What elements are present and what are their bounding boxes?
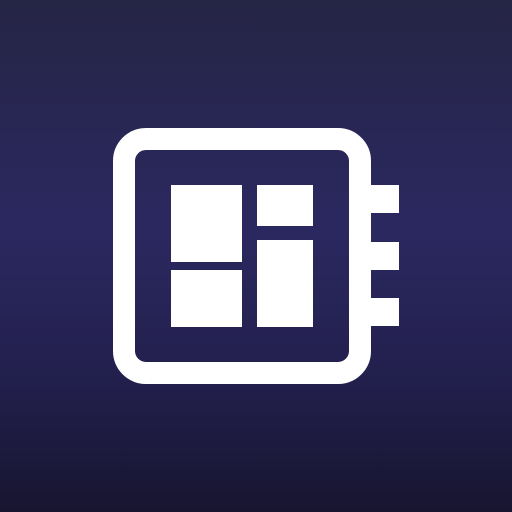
tile-top-left xyxy=(171,185,242,262)
chip-pin-top xyxy=(369,185,399,213)
tile-bottom-left xyxy=(171,270,242,327)
tile-bottom-right xyxy=(257,240,313,327)
app-icon xyxy=(0,0,512,512)
tile-top-right xyxy=(257,185,313,226)
chip-pin-middle xyxy=(369,242,399,270)
chip-grid-icon xyxy=(113,128,399,384)
chip-pin-bottom xyxy=(369,298,399,326)
